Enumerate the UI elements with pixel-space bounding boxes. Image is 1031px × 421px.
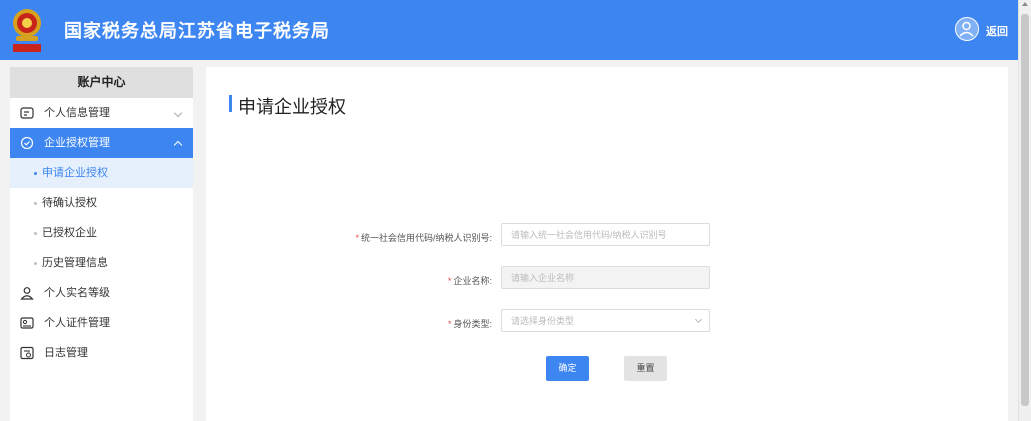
back-link[interactable]: 返回 bbox=[986, 23, 1008, 39]
sidebar-item-certificates[interactable]: 个人证件管理 bbox=[10, 308, 193, 338]
id-card-icon bbox=[20, 107, 34, 119]
page-title: 申请企业授权 bbox=[238, 97, 346, 117]
chevron-down-icon bbox=[173, 108, 183, 118]
bullet-dot-icon bbox=[34, 202, 37, 205]
sidebar-item-enterprise-auth[interactable]: 企业授权管理 bbox=[10, 128, 193, 158]
bullet-dot-icon bbox=[34, 232, 37, 235]
bullet-dot-icon bbox=[34, 172, 37, 175]
sidebar-item-logs[interactable]: 日志管理 bbox=[10, 338, 193, 368]
user-level-icon bbox=[20, 287, 34, 300]
sidebar-item-personal-info[interactable]: 个人信息管理 bbox=[10, 98, 193, 128]
sidebar-item-label: 个人实名等级 bbox=[44, 287, 110, 299]
confirm-button[interactable]: 确定 bbox=[546, 356, 589, 381]
credit-code-label: * 统一社会信用代码/纳税人识别号: bbox=[355, 233, 492, 243]
top-header: 国家税务总局江苏省电子税务局 返回 bbox=[0, 0, 1031, 60]
app-title: 国家税务总局江苏省电子税务局 bbox=[64, 21, 330, 41]
sidebar-subitem-label: 已授权企业 bbox=[42, 227, 97, 239]
identity-type-label: * 身份类型: bbox=[447, 319, 492, 329]
tax-bureau-emblem-icon bbox=[13, 9, 41, 52]
shield-check-icon bbox=[20, 136, 34, 150]
user-icon bbox=[959, 21, 974, 37]
sidebar-item-label: 企业授权管理 bbox=[44, 137, 110, 149]
required-mark: * bbox=[447, 319, 452, 329]
credit-code-input[interactable] bbox=[501, 223, 710, 246]
title-accent-bar bbox=[229, 95, 232, 112]
page-scrollbar[interactable] bbox=[1018, 0, 1031, 421]
user-avatar[interactable] bbox=[955, 17, 979, 41]
log-icon bbox=[20, 346, 34, 360]
identity-type-select[interactable] bbox=[501, 309, 710, 332]
sidebar-item-real-name-level[interactable]: 个人实名等级 bbox=[10, 278, 193, 308]
company-name-input[interactable] bbox=[501, 266, 710, 289]
sidebar: 账户中心 个人信息管理 企业授权管理 申请企业授权 待确认授权 已授权企业 历史… bbox=[10, 67, 193, 421]
required-mark: * bbox=[447, 276, 452, 286]
sidebar-subitem-label: 历史管理信息 bbox=[42, 257, 108, 269]
sidebar-item-label: 个人证件管理 bbox=[44, 317, 110, 329]
sidebar-item-label: 个人信息管理 bbox=[44, 107, 110, 119]
sidebar-subitem-label: 待确认授权 bbox=[42, 197, 97, 209]
certificate-icon bbox=[20, 317, 34, 329]
sidebar-subitem-label: 申请企业授权 bbox=[42, 167, 108, 179]
reset-button[interactable]: 重置 bbox=[624, 356, 667, 381]
main-panel: 申请企业授权 *统一社会信用代码/纳税人识别号: *企业名称: *身份类型: 确… bbox=[206, 67, 1008, 421]
company-name-label: * 企业名称: bbox=[447, 276, 492, 286]
sidebar-subitem-authorized[interactable]: 已授权企业 bbox=[10, 218, 193, 248]
required-mark: * bbox=[355, 233, 359, 243]
sidebar-item-label: 日志管理 bbox=[44, 347, 88, 359]
bullet-dot-icon bbox=[34, 262, 37, 265]
sidebar-subitem-history[interactable]: 历史管理信息 bbox=[10, 248, 193, 278]
scroll-up-arrow-icon[interactable] bbox=[1022, 2, 1028, 6]
scroll-thumb[interactable] bbox=[1021, 14, 1029, 406]
sidebar-heading: 账户中心 bbox=[10, 67, 193, 98]
sidebar-subitem-apply-auth[interactable]: 申请企业授权 bbox=[10, 158, 193, 188]
sidebar-subitem-pending-auth[interactable]: 待确认授权 bbox=[10, 188, 193, 218]
chevron-up-icon bbox=[173, 140, 183, 150]
